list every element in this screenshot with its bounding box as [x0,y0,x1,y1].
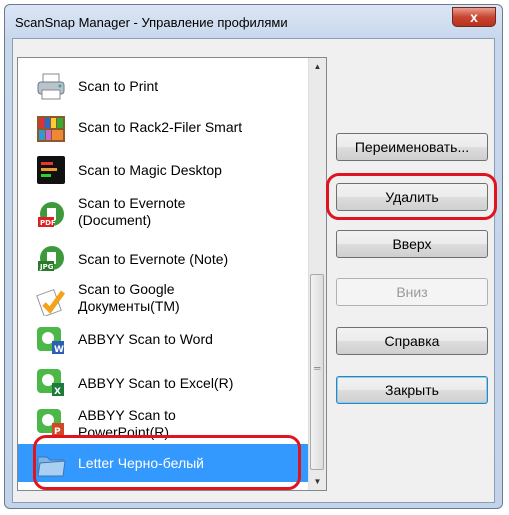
list-item-label: Scan to Evernote (Document) [78,195,186,228]
list-item-label: ABBYY Scan to Excel(R) [78,375,234,391]
title-bar[interactable]: ScanSnap Manager - Управление профилями … [5,5,502,39]
abbyy-word-icon: W [36,326,66,356]
list-scrollbar[interactable]: ▲ ═ ▼ [308,58,326,490]
svg-text:PDF: PDF [40,219,56,227]
abbyy-powerpoint-icon: P [36,408,66,438]
scroll-up-arrow-icon[interactable]: ▲ [309,58,326,75]
svg-text:JPG: JPG [39,263,54,271]
list-item-label: Scan to Google Документы(TM) [78,281,180,314]
close-button[interactable]: Закрыть [336,376,488,404]
list-item-label: Scan to Rack2-Filer Smart [78,119,243,135]
window-close-button[interactable]: x [452,7,496,27]
list-item[interactable]: Scan to Print [18,70,310,104]
move-up-button[interactable]: Вверх [336,230,488,258]
list-item-label: Scan to Evernote (Note) [78,251,229,267]
magic-desktop-icon [36,155,66,185]
list-item-label: Scan to Magic Desktop [78,162,222,178]
list-item-label: ABBYY Scan to Word [78,331,213,347]
rename-button[interactable]: Переименовать... [336,133,488,161]
printer-icon [36,72,66,102]
move-down-button: Вниз [336,278,488,306]
grip-icon: ═ [314,363,321,373]
scroll-down-arrow-icon[interactable]: ▼ [309,473,326,490]
list-item[interactable]: Scan to Magic Desktop [18,154,310,188]
google-docs-icon [36,286,66,318]
abbyy-excel-icon: X [36,368,66,398]
list-item[interactable]: W ABBYY Scan to Word [18,324,310,358]
profile-list[interactable]: Scan to Print Scan to Rack2-Filer Smart … [17,57,327,491]
selected-item-highlight [33,435,301,490]
jpg-icon: JPG [36,244,66,274]
window-title: ScanSnap Manager - Управление профилями [15,15,288,30]
list-item-label: Scan to Print [78,78,159,94]
list-item[interactable]: Scan to Google Документы(TM) [18,280,310,322]
bookshelf-icon [36,114,66,144]
list-item[interactable]: JPG Scan to Evernote (Note) [18,242,310,276]
delete-button-highlight [326,173,497,220]
list-item[interactable]: Scan to Rack2-Filer Smart [18,112,310,146]
svg-text:W: W [54,345,64,355]
pdf-icon: PDF [36,200,66,230]
list-item[interactable]: PDF Scan to Evernote (Document) [18,194,310,236]
help-button[interactable]: Справка [336,327,488,355]
list-item[interactable]: X ABBYY Scan to Excel(R) [18,366,310,400]
svg-text:X: X [54,387,61,397]
scroll-thumb[interactable]: ═ [310,274,324,470]
